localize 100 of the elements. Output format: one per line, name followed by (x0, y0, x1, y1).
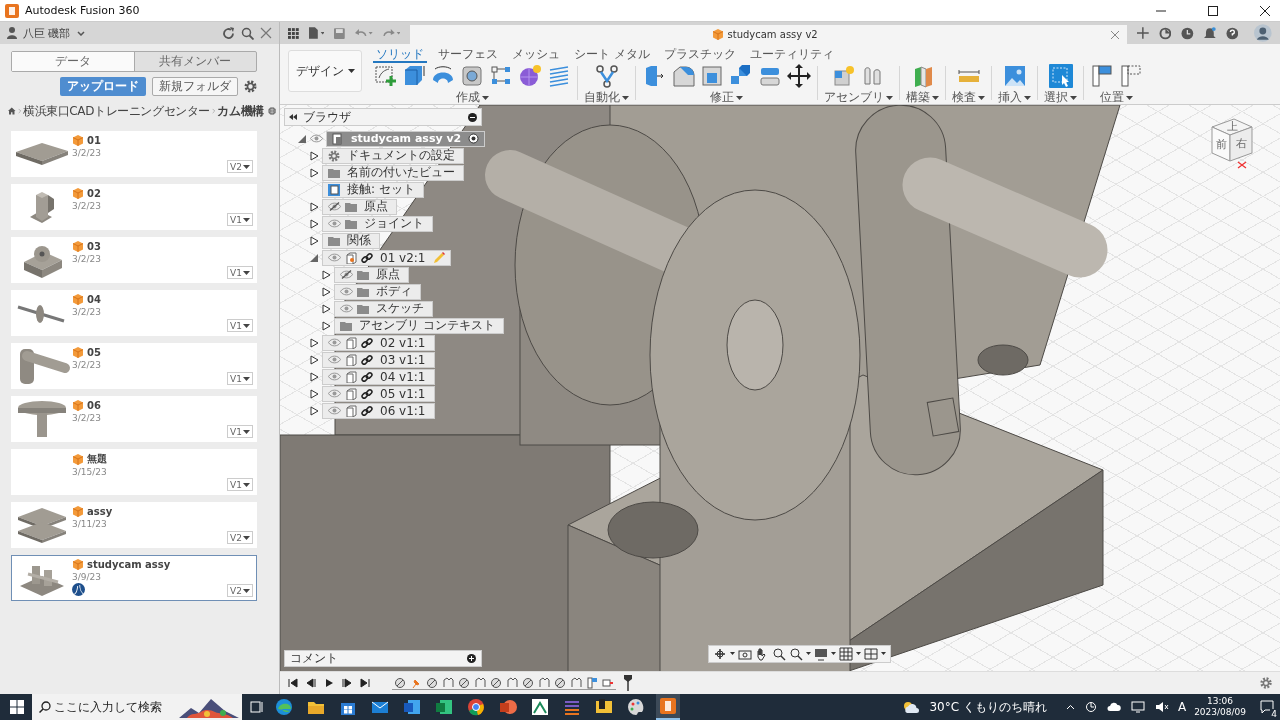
viewer-app-icon[interactable] (595, 698, 613, 716)
file-card[interactable]: 06 3/2/23 V1 (11, 396, 257, 442)
panel-tab[interactable]: データ (12, 52, 134, 71)
caret-icon[interactable] (243, 323, 250, 328)
joint-feature-icon[interactable] (522, 676, 534, 689)
settings-icon[interactable] (244, 80, 257, 93)
home-icon[interactable] (8, 106, 16, 116)
grid-icon[interactable] (839, 647, 853, 661)
file-card[interactable]: 02 3/2/23 V1 (11, 184, 257, 230)
refresh-icon[interactable] (222, 26, 235, 40)
caret-icon[interactable] (243, 376, 250, 381)
toolbar-group-menu[interactable]: 検査 (952, 89, 985, 106)
zoom-icon[interactable] (789, 647, 803, 661)
skip-end-icon[interactable] (360, 678, 370, 688)
expand-triangle-icon[interactable] (310, 354, 319, 365)
new-folder-button[interactable]: 新規フォルダ (152, 77, 238, 96)
breadcrumb-link[interactable]: 横浜東口CADトレーニングセンター (22, 102, 210, 120)
caret-icon[interactable] (243, 270, 250, 275)
bell-icon[interactable] (1204, 26, 1216, 40)
help-icon[interactable] (1225, 26, 1239, 40)
file-card[interactable]: 無題 3/15/23 V1 (11, 449, 257, 495)
caret-icon[interactable] (347, 69, 355, 73)
speaker-muted-icon[interactable] (1154, 701, 1169, 713)
display-icon[interactable] (814, 647, 828, 661)
toolbar-group-menu[interactable]: 修正 (710, 89, 743, 106)
tree-item[interactable]: ジョイント (322, 215, 433, 232)
caret-icon[interactable] (1126, 95, 1133, 100)
user-name[interactable]: 八巨 磯部 (23, 25, 71, 41)
toolbar-tab[interactable]: サーフェス (435, 47, 501, 63)
version-dropdown[interactable]: V2 (227, 531, 253, 544)
tree-item[interactable]: ドキュメントの設定 (322, 147, 464, 164)
file-card[interactable]: studycam assy 3/9/23 八 V2 (11, 555, 257, 601)
camera-icon[interactable] (738, 647, 752, 661)
panel-tab[interactable]: 共有メンバー (133, 52, 256, 71)
eye-icon[interactable] (310, 134, 323, 143)
cursor-icon[interactable] (1048, 64, 1073, 88)
clock-date[interactable]: 2023/08/09 (1194, 707, 1246, 718)
globe-icon[interactable] (267, 105, 276, 117)
apps-grid-icon[interactable] (288, 27, 299, 39)
caret-icon[interactable] (978, 95, 985, 100)
version-dropdown[interactable]: V1 (227, 319, 253, 332)
layout-icon[interactable] (864, 647, 878, 661)
version-dropdown[interactable]: V1 (227, 266, 253, 279)
job-status-icon[interactable] (1158, 26, 1172, 40)
input-mode-indicator[interactable]: A (1177, 700, 1187, 714)
align-icon[interactable] (1090, 64, 1114, 88)
chart-app-icon[interactable] (531, 698, 549, 716)
cube-icon[interactable] (402, 64, 426, 88)
timeline-marker-icon[interactable] (624, 675, 632, 691)
fillet-icon[interactable] (671, 64, 695, 88)
caret-icon[interactable] (243, 429, 250, 434)
hidden-eye-icon[interactable] (328, 202, 341, 211)
caret-icon[interactable] (736, 95, 743, 100)
settings-icon[interactable] (1260, 677, 1272, 689)
skip-start-icon[interactable] (288, 678, 298, 688)
file-card[interactable]: 01 3/2/23 V2 (11, 131, 257, 177)
activate-radio-icon[interactable] (468, 133, 480, 144)
shell-icon[interactable] (700, 64, 724, 88)
caret-icon[interactable] (622, 95, 629, 100)
collapse-triangle-icon[interactable] (298, 133, 307, 144)
version-dropdown[interactable]: V1 (227, 213, 253, 226)
spreadsheet-icon[interactable] (435, 698, 453, 716)
view-cube[interactable] (1211, 118, 1253, 162)
chevron-down-icon[interactable] (76, 30, 85, 36)
expand-triangle-icon[interactable] (310, 201, 319, 212)
expand-triangle-icon[interactable] (310, 371, 319, 382)
workspace-dropdown[interactable]: デザイン (288, 50, 362, 92)
caret-icon[interactable] (243, 482, 250, 487)
tree-item[interactable]: 原点 (334, 266, 409, 283)
slides-icon[interactable] (499, 698, 517, 716)
caret-icon[interactable] (1070, 95, 1077, 100)
start-icon[interactable] (10, 700, 24, 714)
network-icon[interactable] (1130, 701, 1145, 713)
expand-triangle-icon[interactable] (310, 218, 319, 229)
tree-item[interactable]: ボディ (334, 283, 421, 300)
coil-icon[interactable] (547, 64, 571, 88)
version-dropdown[interactable]: V2 (227, 584, 253, 597)
toolbar-tab[interactable]: プラスチック (660, 47, 739, 63)
clock-time[interactable]: 13:06 (1207, 696, 1234, 707)
breadcrumb-link[interactable]: カム機構 (217, 102, 264, 120)
weather-icon[interactable] (901, 700, 922, 714)
close-icon[interactable] (1260, 5, 1270, 16)
toolbar-group-menu[interactable]: 選択 (1044, 89, 1077, 106)
joint-feature-icon[interactable] (490, 676, 502, 689)
joint-feature-icon[interactable] (458, 676, 470, 689)
taskbar-search-field[interactable]: ここに入力して検索 (32, 694, 242, 720)
caret-icon[interactable] (243, 164, 250, 169)
palette-icon[interactable] (627, 698, 645, 716)
expand-triangle-icon[interactable] (310, 388, 319, 399)
joint-feature-icon[interactable] (554, 676, 566, 689)
version-dropdown[interactable]: V1 (227, 478, 253, 491)
viewport-canvas[interactable]: ブラウザ studycam assy v2 ドキュメントの設定 名前の付いたビュー 接触: セット 原点 ジョイント 関係 01 v2:1 原点 ボディ スケッチ アセンブリ コンテキスト 02 v1:1 03 v1:1 04 v1:1 05 v1:1 06 v1:1 上 前 右 コメント (280, 105, 1280, 671)
file-card[interactable]: assy 3/11/23 V2 (11, 502, 257, 548)
step-forward-icon[interactable] (342, 678, 352, 688)
file-card[interactable]: 05 3/2/23 V1 (11, 343, 257, 389)
version-dropdown[interactable]: V1 (227, 425, 253, 438)
tree-item[interactable]: 名前の付いたビュー (322, 164, 464, 181)
weather-text[interactable]: 30°C くもりのち晴れ (929, 698, 1047, 716)
stripes-app-icon[interactable] (563, 698, 581, 716)
align-icon[interactable] (1119, 64, 1143, 88)
